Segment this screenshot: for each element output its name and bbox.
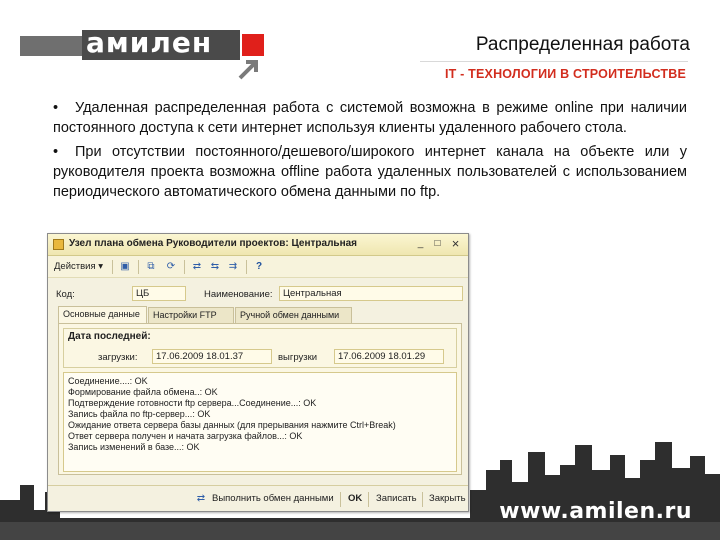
upload-label: выгрузки: [278, 352, 318, 363]
bullet-text: Удаленная распределенная работа с систем…: [53, 100, 687, 136]
minimize-button[interactable]: _: [414, 238, 427, 251]
name-field[interactable]: Центральная: [279, 286, 463, 301]
download-date-field[interactable]: 17.06.2009 18.01.37: [152, 349, 272, 364]
code-field[interactable]: ЦБ: [132, 286, 186, 301]
button-separator: [340, 492, 341, 507]
tab-panel: Дата последней: загрузки: 17.06.2009 18.…: [58, 323, 462, 475]
page-subtitle: IT - ТЕХНОЛОГИИ В СТРОИТЕЛЬСТВЕ: [444, 67, 686, 81]
bullet-marker: •: [53, 100, 59, 116]
window-app-icon: [53, 239, 64, 250]
ok-button[interactable]: OK: [344, 491, 366, 508]
tab-main-data[interactable]: Основные данные: [58, 306, 147, 324]
logo-gray-bar: [20, 36, 82, 56]
dialog-button-bar: ⇄ Выполнить обмен данными OK Записать За…: [48, 485, 468, 511]
save-button[interactable]: Записать: [372, 491, 421, 508]
close-button[interactable]: Закрыть: [425, 491, 470, 508]
bullet-item: • Удаленная распределенная работа с систе…: [53, 98, 687, 138]
refresh-icon[interactable]: ⟳: [164, 260, 178, 273]
bullet-item: • При отсутствии постоянного/дешевого/шир…: [53, 142, 687, 202]
subtitle-divider: [420, 61, 688, 62]
bullet-list: • Удаленная распределенная работа с систе…: [53, 98, 687, 206]
log-line: Соединение....: OK: [68, 376, 148, 386]
save-icon[interactable]: ▣: [118, 260, 132, 273]
window-title: Узел плана обмена Руководители проектов:…: [69, 238, 358, 249]
copy-icon[interactable]: ⧉: [144, 260, 158, 273]
log-line: Ответ сервера получен и начата загрузка …: [68, 431, 303, 441]
download-label: загрузки:: [98, 352, 138, 363]
toolbar-separator: [246, 260, 247, 274]
page-title: Распределенная работа: [475, 34, 690, 55]
logo-text: амилен: [86, 26, 213, 59]
group-title: Дата последней:: [68, 331, 151, 342]
bullet-text: При отсутствии постоянного/дешевого/широ…: [53, 144, 687, 200]
bullet-marker: •: [53, 144, 59, 160]
log-line: Запись изменений в базе...: OK: [68, 442, 200, 452]
exchange-icon: ⇄: [196, 493, 206, 504]
name-label: Наименование:: [204, 289, 273, 300]
upload-date-field[interactable]: 17.06.2009 18.01.29: [334, 349, 444, 364]
company-logo: амилен: [14, 22, 264, 80]
log-line: Подтверждение готовности ftp сервера...С…: [68, 398, 317, 408]
logo-arrow-icon: [238, 60, 258, 80]
exchange-out-icon[interactable]: ⇆: [208, 260, 222, 273]
actions-menu[interactable]: Действия ▾: [54, 261, 103, 272]
run-exchange-button[interactable]: Выполнить обмен данными: [208, 491, 338, 508]
log-line: Запись файла по ftp-сервер...: OK: [68, 409, 211, 419]
site-url[interactable]: www.amilen.ru: [499, 499, 692, 524]
help-icon[interactable]: ?: [252, 260, 266, 273]
tab-ftp-settings[interactable]: Настройки FTP: [148, 307, 234, 323]
maximize-button[interactable]: □: [431, 238, 444, 251]
toolbar-separator: [184, 260, 185, 274]
code-label: Код:: [56, 289, 75, 300]
log-line: Формирование файла обмена..: OK: [68, 387, 218, 397]
close-window-button[interactable]: ×: [449, 237, 462, 251]
window-toolbar: Действия ▾ ▣ ⧉ ⟳ ⇄ ⇆ ⇉ ?: [48, 256, 468, 278]
button-separator: [422, 492, 423, 507]
button-separator: [368, 492, 369, 507]
last-date-group: Дата последней: загрузки: 17.06.2009 18.…: [63, 328, 457, 368]
toolbar-separator: [138, 260, 139, 274]
exchange-in-icon[interactable]: ⇄: [190, 260, 204, 273]
tab-manual-exchange[interactable]: Ручной обмен данными: [235, 307, 352, 323]
transfer-icon[interactable]: ⇉: [226, 260, 240, 273]
window-titlebar[interactable]: Узел плана обмена Руководители проектов:…: [48, 234, 468, 256]
log-line: Ожидание ответа сервера базы данных (для…: [68, 420, 396, 430]
exchange-log[interactable]: Соединение....: OK Формирование файла об…: [63, 372, 457, 472]
toolbar-separator: [112, 260, 113, 274]
exchange-node-window: Узел плана обмена Руководители проектов:…: [47, 233, 469, 512]
